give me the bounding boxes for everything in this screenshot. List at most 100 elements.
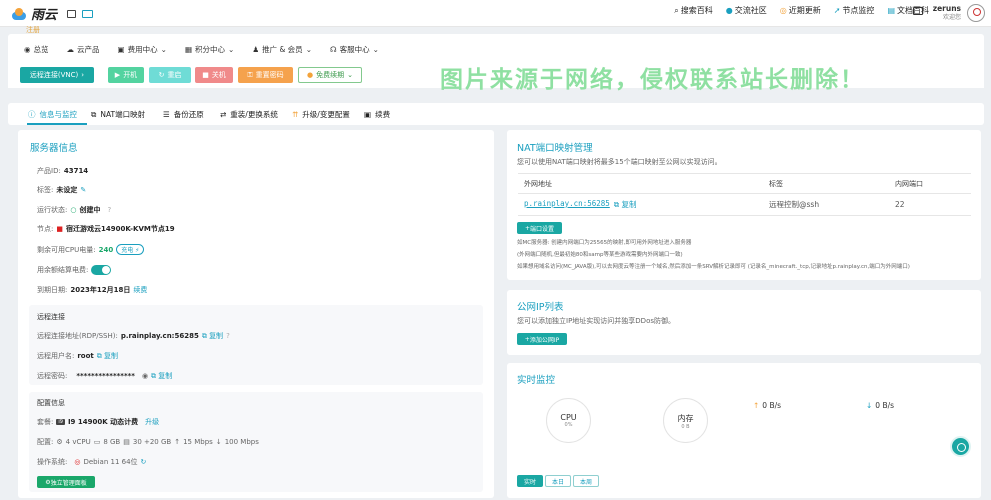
help-icon[interactable]: ? [226, 332, 230, 340]
edit-icon[interactable]: ✎ [80, 186, 86, 194]
nav-item-billing[interactable]: ▣ 费用中心 ⌄ [118, 44, 167, 55]
nat-table-header: 外网地址 标签 内网端口 [518, 174, 971, 194]
net-down: ↓ 0 B/s [866, 401, 895, 410]
wallet-icon: ▣ [117, 45, 125, 54]
remote-password-row: 远程密码: **************** ◉ ⧉ 复制 [37, 371, 173, 381]
spec-row: 配置: ⚙ 4 vCPU ▭ 8 GB ▤ 30 +20 GB ↑ 15 Mbps ↓ 100 Mb… [37, 438, 259, 446]
nav-item-points[interactable]: ▦ 积分中心 ⌄ [185, 44, 234, 55]
users-icon: ♟ [252, 45, 260, 54]
charge-button[interactable]: 充电 ⚡ [116, 244, 145, 255]
tag-row: 标签: 未设定 ✎ [37, 186, 87, 194]
tab-backup[interactable]: ☰ 备份还原 [163, 109, 204, 120]
watermark: 图片来源于网络，侵权联系站长删除！ [440, 67, 865, 93]
tab-reinstall[interactable]: ⇄ 重装/更换系统 [220, 109, 278, 120]
avatar[interactable] [967, 4, 985, 22]
money-icon: ▣ [364, 110, 372, 119]
tab-nat[interactable]: ⧉ NAT端口映射 [91, 109, 145, 120]
cpu-gauge: CPU 0% [546, 398, 591, 443]
monitor-title: 实时监控 [517, 375, 556, 386]
top-link-community[interactable]: ● 交流社区 [726, 5, 767, 16]
chevron-right-icon: › [81, 71, 85, 79]
stop-icon: ■ [202, 71, 209, 79]
send-icon: ➚ [833, 6, 841, 15]
renew-link[interactable]: 续费 [133, 285, 147, 295]
upgrade-link[interactable]: 升级 [145, 417, 159, 427]
download-icon: ↓ [215, 438, 222, 446]
nav-item-promo-member[interactable]: ♟ 推广 & 会员 ⌄ [252, 44, 312, 55]
user-subtitle: 欢迎您 [942, 14, 961, 21]
nav-item-overview[interactable]: ◉ 总览 [24, 44, 49, 55]
memory-gauge: 内存 0 B [663, 398, 708, 443]
add-public-ip-button[interactable]: + 添加公网IP [517, 333, 567, 345]
disk-icon: ▤ [123, 438, 130, 446]
refresh-os-icon[interactable]: ↻ [141, 458, 147, 466]
nat-table: 外网地址 标签 内网端口 p.rainplay.cn:56285 ⧉ 复制 远程控… [518, 173, 971, 216]
screen-icon[interactable] [82, 9, 94, 18]
remote-vnc-button[interactable]: 远程连接(VNC) › [20, 67, 94, 83]
cpu-chip-icon: i9 [56, 419, 65, 425]
top-link-updates[interactable]: ◎ 近期更新 [780, 5, 821, 16]
copy-addr-button[interactable]: ⧉ 复制 [202, 331, 223, 341]
chevron-down-icon: ⌄ [228, 45, 235, 54]
nat-desc: 您可以使用NAT端口映射将最多15个端口映射至公网以实现访问。 [517, 158, 722, 166]
nat-note-3: 如果想用域名访问(MC_JAVA版),可以去网度云等注册一个域名,然后添加一条S… [517, 264, 910, 270]
tab-info-monitor[interactable]: ⓘ 信息与监控 [28, 109, 77, 120]
public-ip-title: 公网IP列表 [517, 302, 564, 313]
search-icon: ⌕ [674, 5, 679, 15]
server-tabs: ⓘ 信息与监控 ⧉ NAT端口映射 ☰ 备份还原 ⇄ 重装/更换系统 ⇈ 升级/变更配置 … [8, 103, 984, 125]
tab-upgrade[interactable]: ⇈ 升级/变更配置 [292, 109, 350, 120]
help-icon[interactable]: ? [107, 206, 111, 214]
copy-password-button[interactable]: ⧉ 复制 [151, 371, 172, 381]
cpu-icon: ⚙ [56, 438, 63, 446]
upgrade-icon: ⇈ [292, 110, 299, 119]
tab-renew[interactable]: ▣ 续费 [364, 109, 390, 120]
book-icon: ▤ [887, 6, 895, 15]
range-week-button[interactable]: 本周 [573, 475, 599, 487]
nav-item-cloud-products[interactable]: ☁ 云产品 [67, 44, 100, 55]
range-today-button[interactable]: 本日 [545, 475, 571, 487]
plan-row: 套餐: i9 I9 14900K 动态计费 升级 [37, 417, 160, 427]
brand-logo[interactable]: 雨云 [10, 4, 94, 23]
product-id-row: 产品ID: 43714 [37, 167, 89, 175]
top-bar: 雨云 ⌕ 搜索百科 ● 交流社区 ◎ 近期更新 ➚ 节点监控 ▤ 文档百科 zeruns … [0, 0, 991, 27]
copy-user-button[interactable]: ⧉ 复制 [97, 351, 118, 361]
autopay-toggle[interactable] [91, 265, 112, 275]
info-icon: ⓘ [28, 110, 36, 119]
os-row: 操作系统: ◎ Debian 11 64位 ↻ [37, 458, 147, 466]
nat-note-1: 如MC服务器: 创建内网端口为25565的映射,即可用外网地址进入服务器 [517, 240, 692, 246]
coin-icon: ● [307, 71, 314, 79]
nat-title: NAT端口映射管理 [517, 143, 593, 154]
toggle-knob [102, 266, 111, 274]
port-settings-button[interactable]: + 端口设置 [517, 222, 562, 234]
start-button[interactable]: ▶ 开机 [108, 67, 144, 83]
top-link-search-wiki[interactable]: ⌕ 搜索百科 [674, 5, 712, 16]
stop-button[interactable]: ■ 关机 [195, 67, 233, 83]
restart-button[interactable]: ↻ 重启 [149, 67, 191, 83]
support-float-button[interactable] [950, 436, 971, 457]
top-link-node-monitor[interactable]: ➚ 节点监控 [834, 5, 875, 16]
swap-icon: ⇄ [220, 110, 227, 119]
mail-icon[interactable] [913, 7, 923, 15]
range-realtime-button[interactable]: 实时 [517, 475, 543, 487]
net-up: ↑ 0 B/s [753, 401, 782, 410]
drop-icon: ● [725, 6, 733, 15]
remote-user-row: 远程用户名: root ⧉ 复制 [37, 351, 119, 361]
refresh-icon: ↻ [158, 71, 165, 79]
chevron-down-icon: ⌄ [372, 45, 379, 54]
autopay-row: 用余额结算电费: [37, 265, 112, 275]
panel-button[interactable]: ⚙ 独立管理面板 [37, 476, 95, 488]
eye-icon[interactable]: ◉ [142, 372, 148, 380]
reset-password-button[interactable]: ⚿ 重置密码 [238, 67, 293, 83]
brand-name: 雨云 [31, 8, 58, 23]
remote-addr-row: 远程连接地址(RDP/SSH): p.rainplay.cn:56285 ⧉ 复制? [37, 331, 230, 341]
cloud-icon: ☁ [66, 45, 75, 54]
free-renew-button[interactable]: ● 免费续期 ⌄ [298, 67, 362, 83]
user-info[interactable]: zeruns 欢迎您 [933, 4, 961, 22]
cloud-logo-icon [10, 7, 28, 21]
chevron-down-icon: ⌄ [347, 71, 353, 79]
cpu-power-row: 剩余可用CPU电量: 240 充电 ⚡ [37, 244, 145, 255]
image-icon[interactable] [67, 9, 77, 18]
chevron-down-icon: ⌄ [160, 45, 167, 54]
copy-nat-button[interactable]: ⧉ 复制 [614, 199, 637, 210]
nav-item-support[interactable]: ☊ 客服中心 ⌄ [330, 44, 379, 55]
